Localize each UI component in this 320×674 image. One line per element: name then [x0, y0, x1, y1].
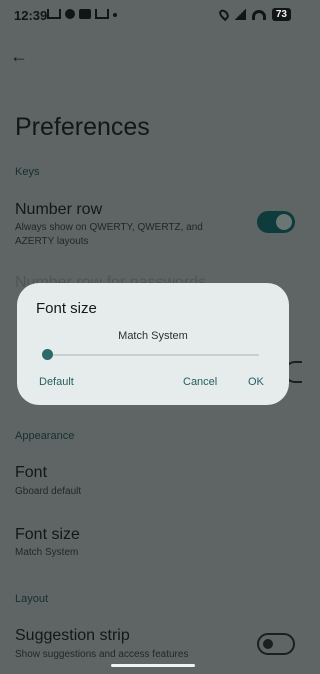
font-size-subtitle: Match System — [15, 547, 79, 558]
youtube-icon — [79, 9, 91, 19]
suggestion-strip-title: Suggestion strip — [15, 627, 130, 644]
font-size-title: Font size — [15, 526, 80, 543]
page-title: Preferences — [15, 113, 150, 141]
default-button[interactable]: Default — [39, 376, 74, 388]
status-bar: 12:39 73 — [0, 0, 305, 32]
system-icons: 73 — [217, 7, 291, 22]
font-size-dialog: Font size Match System Default Cancel OK — [17, 283, 289, 405]
gmail-icon — [95, 9, 109, 19]
gmail-icon — [47, 9, 61, 19]
cancel-button[interactable]: Cancel — [183, 376, 217, 388]
back-arrow-icon[interactable]: ← — [10, 46, 28, 67]
dialog-title: Font size — [36, 300, 97, 317]
more-notifications-icon — [113, 13, 117, 17]
font-size-slider-thumb[interactable] — [42, 349, 53, 360]
number-row-subtitle: Always show on QWERTY, QWERTZ, and AZERT… — [15, 222, 203, 247]
font-subtitle: Gboard default — [15, 486, 82, 497]
number-row-toggle[interactable] — [257, 211, 295, 233]
font-title: Font — [15, 464, 48, 481]
section-keys: Keys — [15, 166, 40, 178]
section-layout: Layout — [15, 593, 49, 605]
wifi-icon — [251, 9, 266, 20]
dialog-value-label: Match System — [118, 330, 188, 342]
number-row-title: Number row — [15, 201, 103, 218]
font-size-slider-track[interactable] — [47, 354, 259, 356]
battery-icon: 73 — [271, 8, 291, 21]
reddit-icon — [65, 9, 75, 19]
signal-icon — [233, 9, 246, 20]
notification-icons — [47, 9, 117, 19]
section-appearance: Appearance — [15, 430, 75, 442]
navigation-handle[interactable] — [111, 664, 195, 667]
suggestion-strip-subtitle: Show suggestions and access features — [15, 649, 189, 660]
suggestion-strip-toggle[interactable] — [257, 633, 295, 655]
ok-button[interactable]: OK — [248, 376, 264, 388]
location-icon — [217, 7, 231, 22]
status-time: 12:39 — [14, 8, 48, 23]
